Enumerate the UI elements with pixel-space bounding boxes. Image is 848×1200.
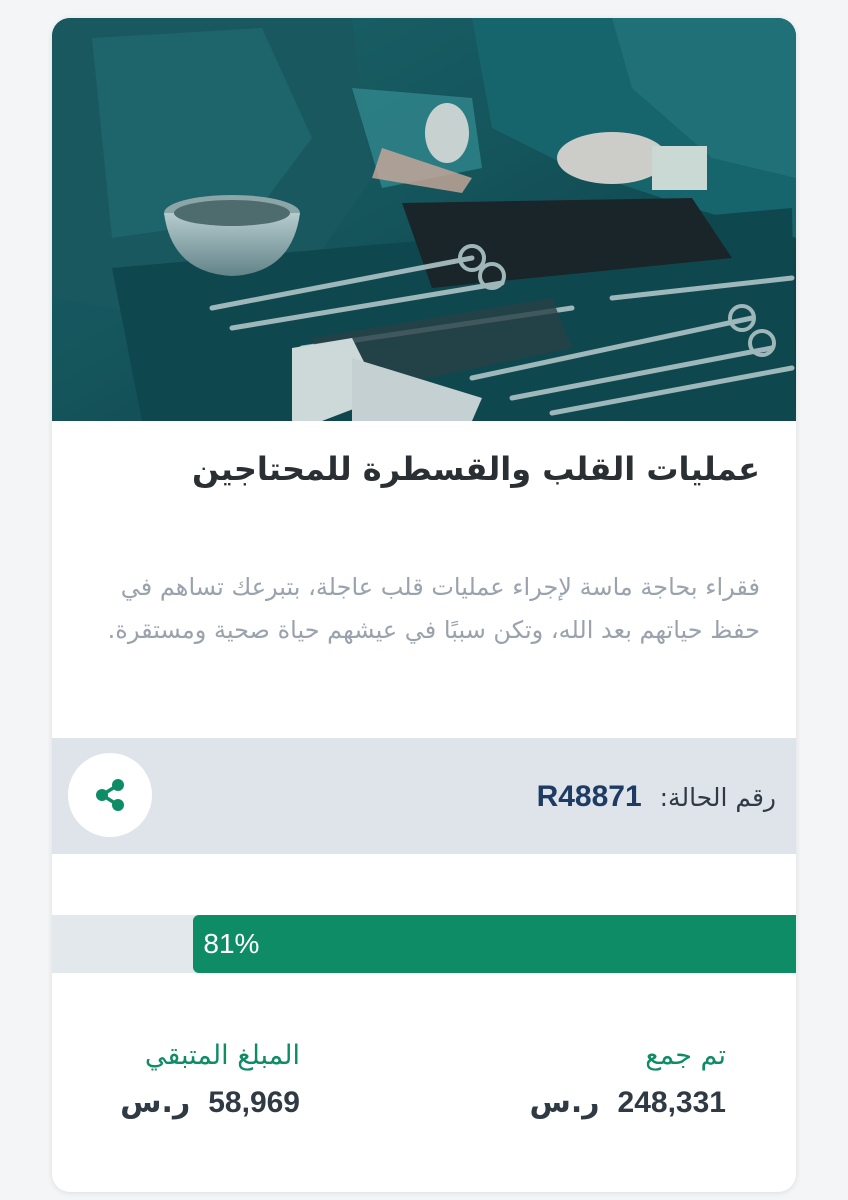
remaining-label: المبلغ المتبقي (144, 1040, 300, 1071)
campaign-image (52, 18, 796, 421)
collected-stat: تم جمع 248,331 ر.س (529, 1040, 726, 1120)
campaign-title: عمليات القلب والقسطرة للمحتاجين (191, 450, 760, 488)
share-icon (96, 779, 124, 811)
progress-fill: 81% (193, 915, 796, 973)
collected-amount: 248,331 ر.س (529, 1085, 726, 1120)
case-number-value: R48871 (536, 780, 642, 813)
collected-value: 248,331 (617, 1086, 726, 1119)
case-number-row: رقم الحالة: R48871 (537, 780, 776, 814)
progress-percent: 81% (203, 928, 260, 959)
share-button[interactable] (68, 753, 152, 837)
remaining-value: 58,969 (208, 1086, 300, 1119)
currency: ر.س (529, 1085, 600, 1120)
campaign-description: فقراء بحاجة ماسة لإجراء عمليات قلب عاجلة… (107, 573, 760, 644)
progress-bar: 81% (52, 915, 796, 973)
remaining-amount: 58,969 ر.س (120, 1085, 300, 1120)
remaining-stat: المبلغ المتبقي 58,969 ر.س (120, 1040, 300, 1120)
case-number-label: رقم الحالة: (659, 783, 776, 812)
campaign-card: عمليات القلب والقسطرة للمحتاجين فقراء بح… (52, 18, 796, 1192)
currency: ر.س (120, 1085, 191, 1120)
collected-label: تم جمع (645, 1040, 726, 1071)
case-info-bar: رقم الحالة: R48871 (52, 738, 796, 854)
